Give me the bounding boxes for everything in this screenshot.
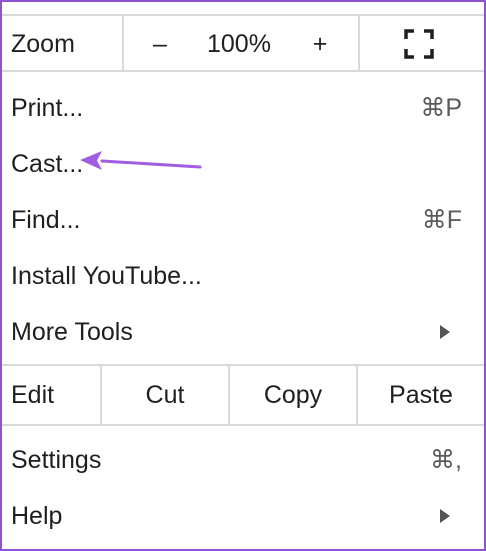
divider-after-edit bbox=[2, 424, 484, 426]
help-submenu-arrow-icon bbox=[440, 509, 450, 523]
find-shortcut: ⌘F bbox=[421, 206, 462, 234]
divider-after-zoom bbox=[2, 70, 484, 72]
help-label: Help bbox=[11, 502, 63, 530]
edit-row: Edit Cut Copy Paste bbox=[2, 366, 484, 424]
menu-item-print[interactable]: Print... ⌘P bbox=[2, 80, 484, 136]
copy-button[interactable]: Copy bbox=[230, 380, 356, 410]
fullscreen-icon bbox=[404, 29, 434, 59]
submenu-arrow-icon bbox=[440, 325, 450, 339]
find-label: Find... bbox=[11, 206, 81, 234]
zoom-row: Zoom – 100% + bbox=[2, 16, 484, 72]
zoom-level: 100% bbox=[207, 30, 271, 58]
edit-label: Edit bbox=[11, 381, 55, 409]
zoom-in-button[interactable]: + bbox=[302, 29, 338, 59]
print-shortcut: ⌘P bbox=[420, 94, 462, 122]
more-tools-label: More Tools bbox=[11, 318, 133, 346]
zoom-divider-1 bbox=[122, 16, 124, 72]
menu-item-find[interactable]: Find... ⌘F bbox=[2, 192, 484, 248]
menu-item-install[interactable]: Install YouTube... bbox=[2, 248, 484, 304]
zoom-label: Zoom bbox=[11, 30, 75, 58]
paste-button[interactable]: Paste bbox=[358, 380, 484, 410]
settings-label: Settings bbox=[11, 446, 102, 474]
chrome-menu: Zoom – 100% + Print... ⌘P Cast... Find..… bbox=[0, 0, 486, 551]
fullscreen-button[interactable] bbox=[404, 29, 434, 59]
install-label: Install YouTube... bbox=[11, 262, 202, 290]
annotation-arrow-icon bbox=[80, 151, 202, 170]
cut-button[interactable]: Cut bbox=[102, 380, 228, 410]
zoom-out-button[interactable]: – bbox=[142, 29, 178, 59]
print-label: Print... bbox=[11, 94, 84, 122]
menu-item-more-tools[interactable]: More Tools bbox=[2, 304, 484, 360]
menu-item-help[interactable]: Help bbox=[2, 488, 484, 544]
menu-item-settings[interactable]: Settings ⌘, bbox=[2, 432, 484, 488]
zoom-divider-2 bbox=[358, 16, 360, 72]
settings-shortcut: ⌘, bbox=[430, 446, 462, 474]
